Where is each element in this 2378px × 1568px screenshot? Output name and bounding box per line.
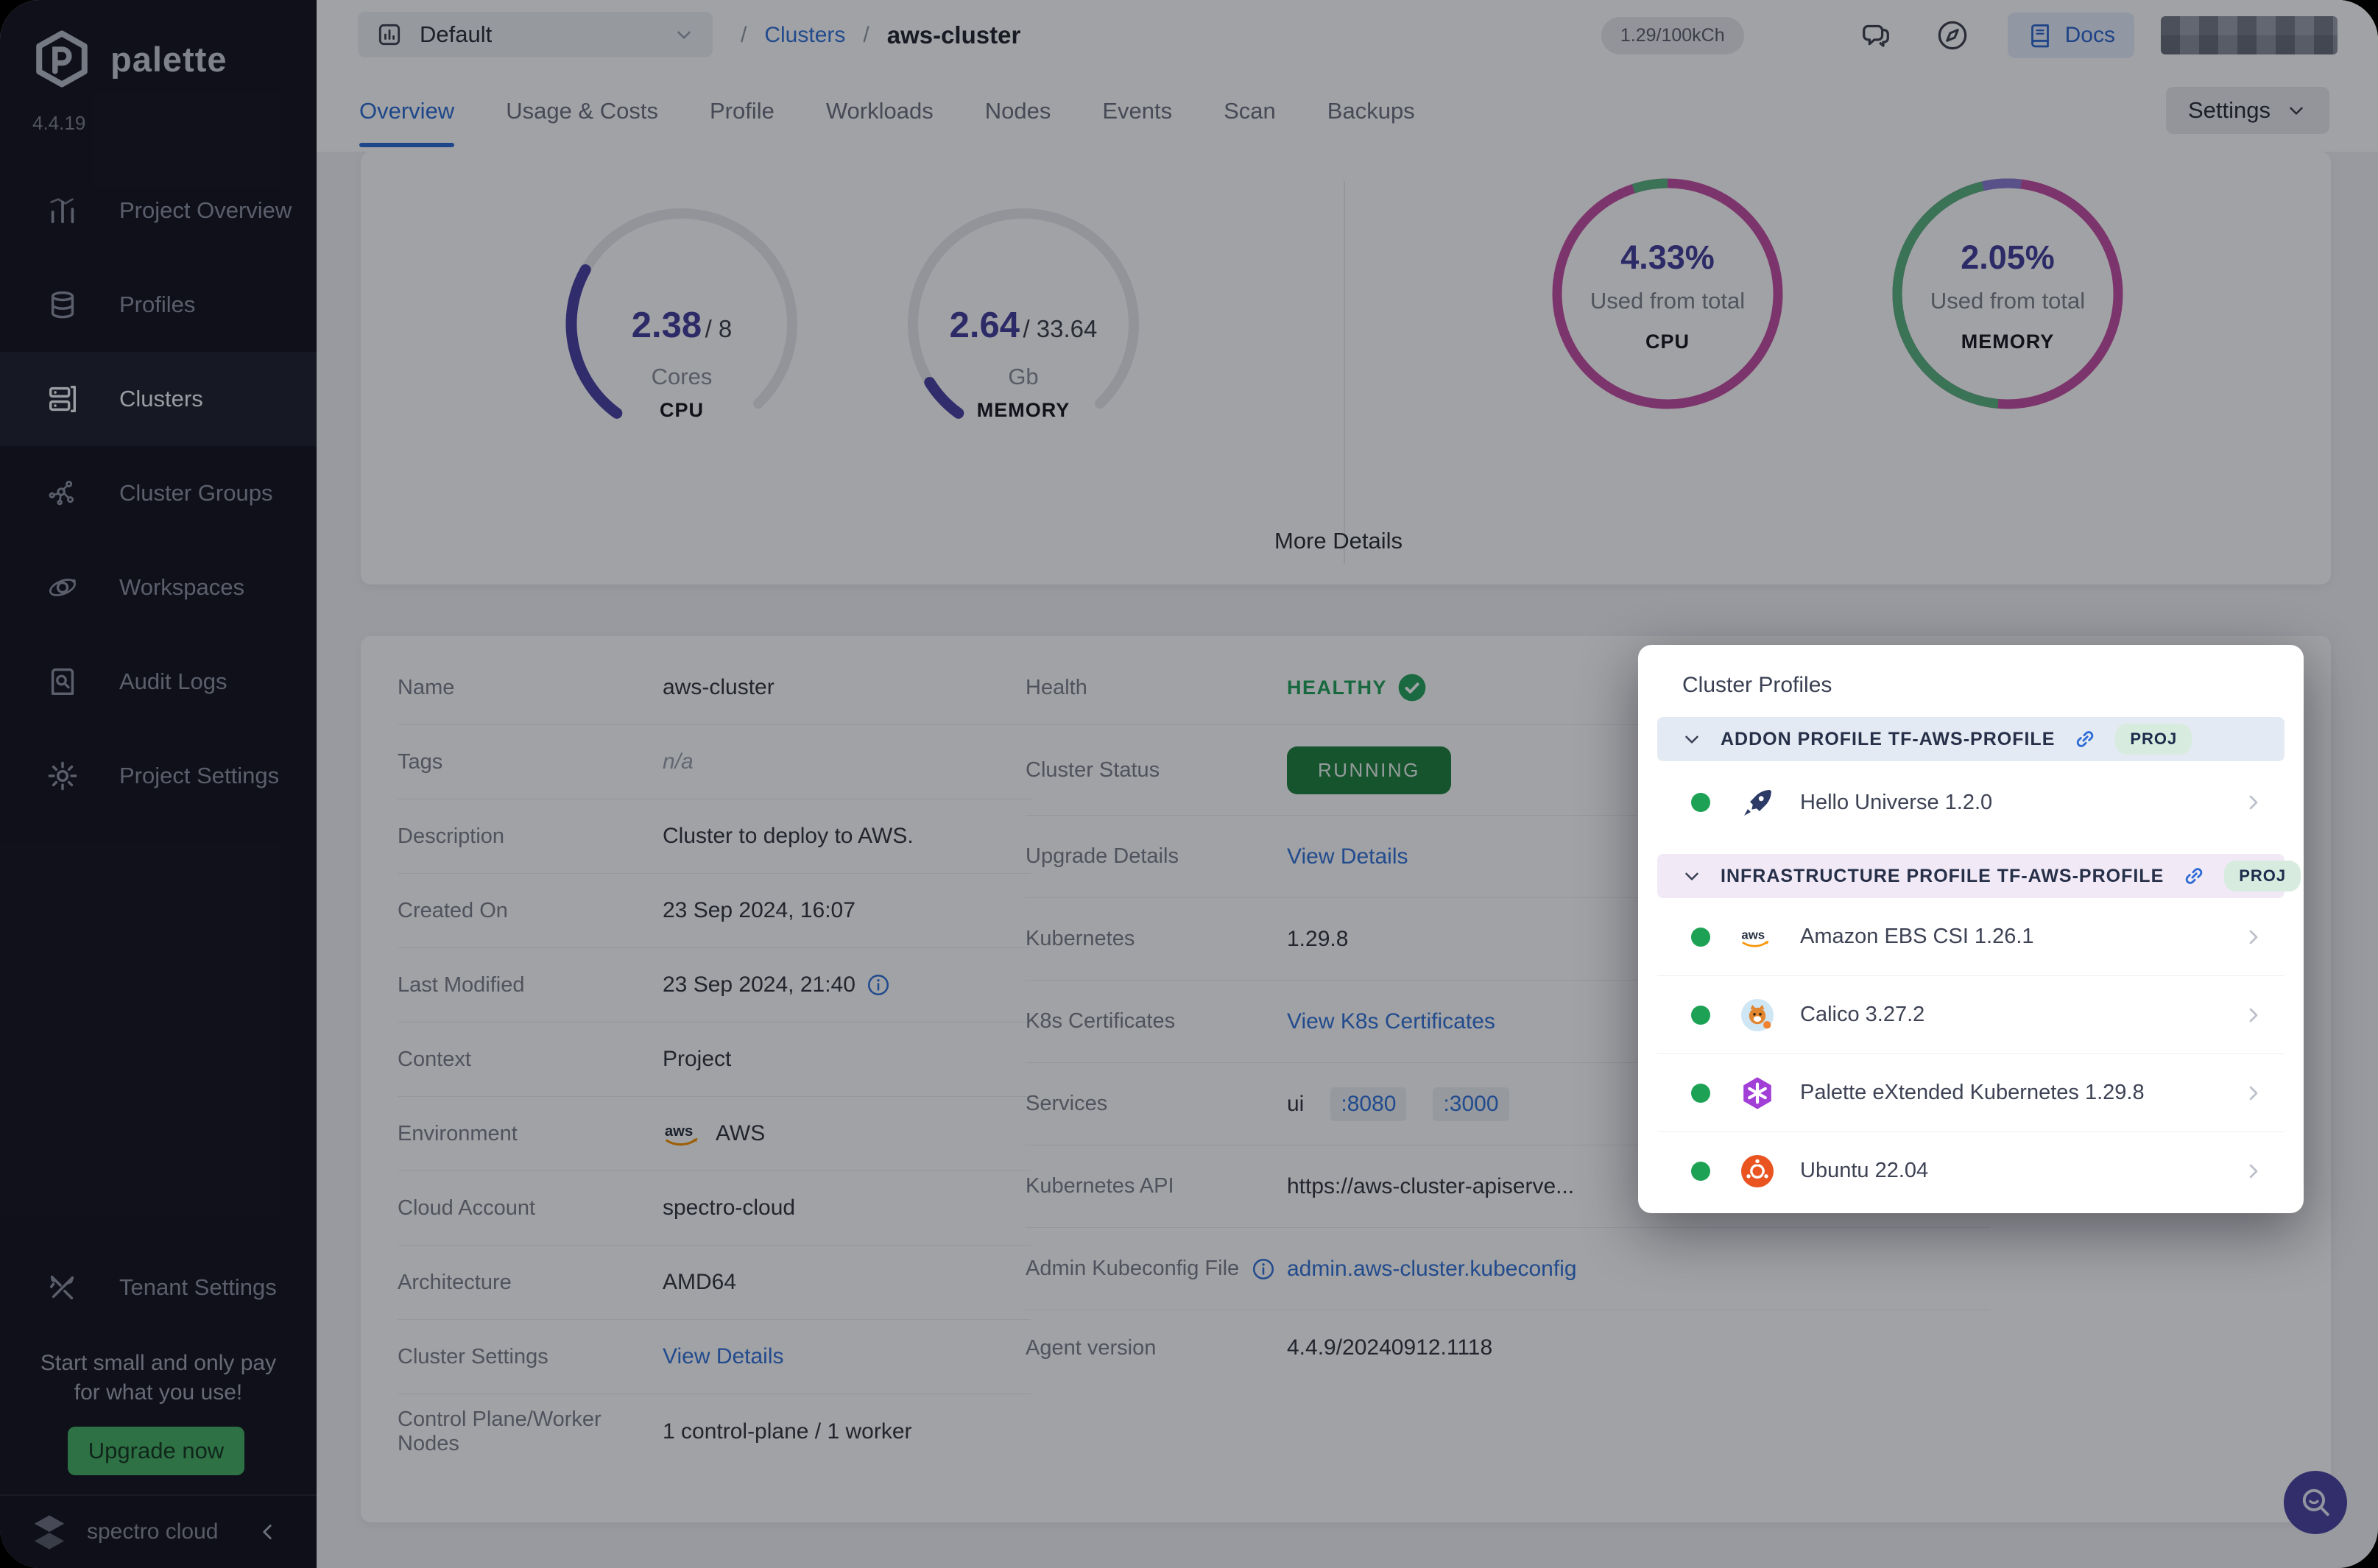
chevron-right-icon — [2242, 1003, 2265, 1027]
pxk-icon — [1740, 1076, 1775, 1111]
infrastructure-profile-header[interactable]: INFRASTRUCTURE PROFILE TF-AWS-PROFILE PR… — [1657, 854, 2284, 898]
profile-layer-amazon-ebs-csi[interactable]: Amazon EBS CSI 1.26.1 — [1657, 898, 2284, 975]
proj-scope-badge: PROJ — [2224, 861, 2301, 891]
infrastructure-profile-layers: Amazon EBS CSI 1.26.1 Calico 3.27.2 Pale… — [1657, 898, 2284, 1209]
layer-name: Calico 3.27.2 — [1800, 1003, 1924, 1027]
layer-name: Hello Universe 1.2.0 — [1800, 791, 1992, 815]
addon-profile-layers: Hello Universe 1.2.0 — [1657, 761, 2284, 844]
cluster-profiles-title: Cluster Profiles — [1682, 673, 2284, 698]
chevron-right-icon — [2242, 1081, 2265, 1105]
infrastructure-profile-section: INFRASTRUCTURE PROFILE TF-AWS-PROFILE PR… — [1657, 854, 2284, 1209]
profile-layer-ubuntu[interactable]: Ubuntu 22.04 — [1657, 1131, 2284, 1209]
status-dot-green — [1691, 1162, 1710, 1181]
status-dot-green — [1691, 793, 1710, 812]
ubuntu-icon — [1740, 1154, 1775, 1189]
profile-layer-calico[interactable]: Calico 3.27.2 — [1657, 975, 2284, 1053]
proj-scope-badge: PROJ — [2115, 724, 2192, 755]
cluster-profiles-popover: Cluster Profiles ADDON PROFILE TF-AWS-PR… — [1638, 645, 2304, 1213]
layer-name: Ubuntu 22.04 — [1800, 1159, 1928, 1183]
chevron-right-icon — [2242, 791, 2265, 814]
link-icon[interactable] — [2072, 727, 2097, 752]
status-dot-green — [1691, 1006, 1710, 1025]
chevron-down-icon — [1681, 865, 1703, 887]
profile-layer-hello-universe[interactable]: Hello Universe 1.2.0 — [1657, 761, 2284, 844]
app-window: palette 4.4.19 Project Overview Profiles… — [0, 0, 2378, 1568]
infrastructure-profile-name: INFRASTRUCTURE PROFILE TF-AWS-PROFILE — [1721, 866, 2164, 887]
status-dot-green — [1691, 928, 1710, 947]
profile-layer-palette-extended-kubernetes[interactable]: Palette eXtended Kubernetes 1.29.8 — [1657, 1053, 2284, 1131]
addon-profile-name: ADDON PROFILE TF-AWS-PROFILE — [1721, 729, 2055, 750]
status-dot-green — [1691, 1084, 1710, 1103]
hello-universe-icon — [1740, 785, 1775, 820]
layer-name: Amazon EBS CSI 1.26.1 — [1800, 925, 2034, 949]
chevron-right-icon — [2242, 925, 2265, 949]
chevron-right-icon — [2242, 1159, 2265, 1183]
calico-icon — [1740, 997, 1775, 1033]
link-icon[interactable] — [2181, 864, 2206, 889]
addon-profile-section: ADDON PROFILE TF-AWS-PROFILE PROJ Hello … — [1657, 717, 2284, 844]
addon-profile-header[interactable]: ADDON PROFILE TF-AWS-PROFILE PROJ — [1657, 717, 2284, 761]
aws-logo-icon — [1740, 919, 1775, 955]
chevron-down-icon — [1681, 728, 1703, 750]
layer-name: Palette eXtended Kubernetes 1.29.8 — [1800, 1081, 2145, 1105]
